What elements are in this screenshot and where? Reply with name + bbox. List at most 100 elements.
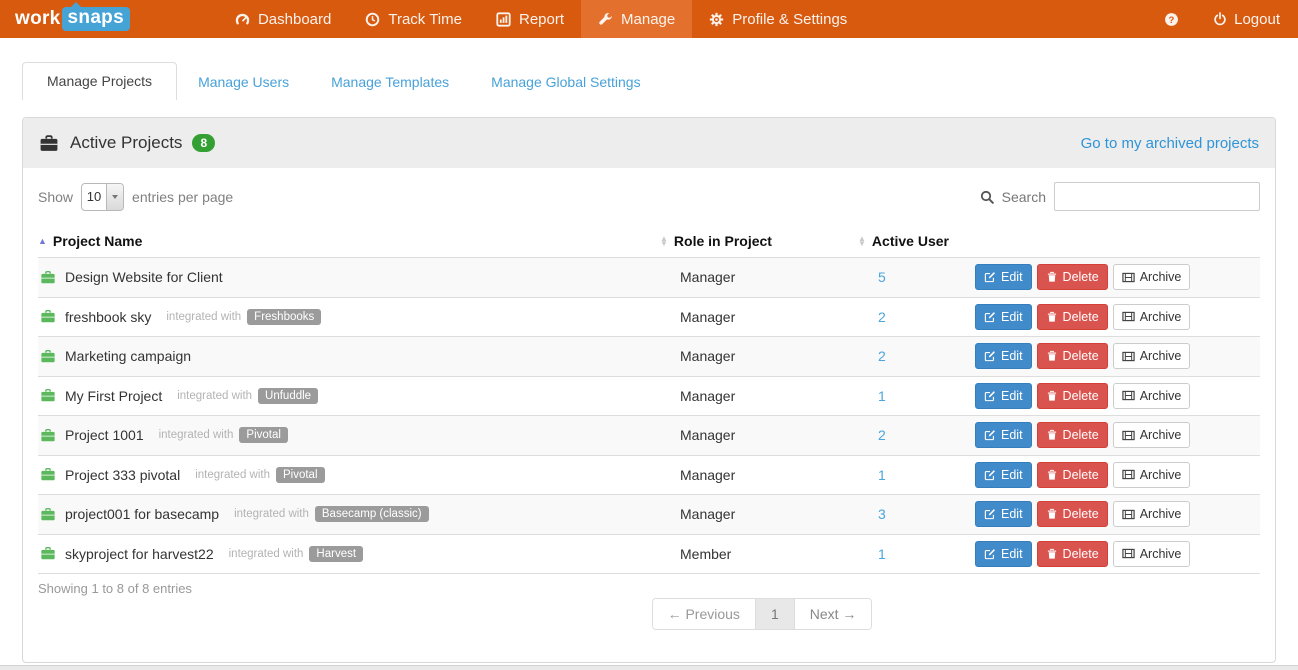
integration-badge: Pivotal	[276, 467, 325, 483]
worksnaps-logo[interactable]: work snaps	[15, 0, 130, 38]
tab-manage-users[interactable]: Manage Users	[177, 64, 310, 100]
archive-button-label: Archive	[1140, 269, 1182, 285]
delete-button[interactable]: Delete	[1037, 304, 1108, 330]
search-input[interactable]	[1054, 182, 1260, 211]
edit-icon	[984, 508, 996, 520]
report-icon	[496, 12, 511, 27]
project-name: Design Website for Client	[65, 269, 223, 285]
active-user-link[interactable]: 1	[878, 546, 886, 562]
active-user-cell: 2	[858, 348, 963, 364]
tab-manage-templates[interactable]: Manage Templates	[310, 64, 470, 100]
edit-button[interactable]: Edit	[975, 343, 1032, 369]
table-row: Project 333 pivotal integrated with Pivo…	[38, 456, 1260, 496]
column-header-role[interactable]: ▲▼ Role in Project	[660, 233, 858, 249]
nav-item-manage[interactable]: Manage	[581, 0, 692, 38]
archive-button[interactable]: Archive	[1113, 422, 1191, 448]
edit-button-label: Edit	[1001, 348, 1023, 364]
role-cell: Manager	[660, 348, 858, 364]
nav-item-profile-settings[interactable]: Profile & Settings	[692, 0, 864, 38]
archived-projects-link[interactable]: Go to my archived projects	[1081, 135, 1259, 152]
role-cell: Manager	[660, 309, 858, 325]
active-user-link[interactable]: 5	[878, 269, 886, 285]
logo-text-work: work	[15, 8, 61, 30]
archive-button[interactable]: Archive	[1113, 304, 1191, 330]
logout-button[interactable]: Logout	[1213, 11, 1280, 28]
column-header-active-user[interactable]: ▲▼ Active User	[858, 233, 963, 249]
delete-button[interactable]: Delete	[1037, 541, 1108, 567]
edit-button[interactable]: Edit	[975, 501, 1032, 527]
row-actions: Edit Delete Archive	[963, 541, 1260, 567]
edit-button[interactable]: Edit	[975, 541, 1032, 567]
active-user-link[interactable]: 2	[878, 427, 886, 443]
edit-button[interactable]: Edit	[975, 304, 1032, 330]
active-user-link[interactable]: 2	[878, 309, 886, 325]
delete-button-label: Delete	[1063, 467, 1099, 483]
active-user-cell: 2	[858, 427, 963, 443]
integration: integrated with Unfuddle	[177, 388, 318, 404]
tab-manage-projects[interactable]: Manage Projects	[22, 62, 177, 100]
project-name: freshbook sky	[65, 309, 151, 325]
nav-item-track-time[interactable]: Track Time	[348, 0, 479, 38]
clock-icon	[365, 12, 380, 27]
role-cell: Manager	[660, 506, 858, 522]
integrated-with-label: integrated with	[229, 548, 304, 560]
nav-item-label: Track Time	[388, 11, 462, 28]
delete-button[interactable]: Delete	[1037, 462, 1108, 488]
role-cell: Manager	[660, 269, 858, 285]
navbar-right: ? Logout	[1164, 0, 1298, 38]
entries-summary: Showing 1 to 8 of 8 entries	[23, 574, 1275, 596]
active-user-link[interactable]: 1	[878, 388, 886, 404]
edit-button[interactable]: Edit	[975, 264, 1032, 290]
edit-button[interactable]: Edit	[975, 462, 1032, 488]
page-size-select[interactable]: 10	[81, 183, 124, 211]
delete-button[interactable]: Delete	[1037, 422, 1108, 448]
archive-button[interactable]: Archive	[1113, 383, 1191, 409]
table-row: Marketing campaign Manager 2 Edit Delete…	[38, 337, 1260, 377]
pagination-next-button[interactable]: Next →	[794, 599, 872, 629]
integrated-with-label: integrated with	[159, 429, 234, 441]
archive-button[interactable]: Archive	[1113, 264, 1191, 290]
briefcase-icon	[40, 507, 56, 522]
briefcase-icon	[40, 428, 56, 443]
edit-button[interactable]: Edit	[975, 383, 1032, 409]
active-user-cell: 5	[858, 269, 963, 285]
edit-button[interactable]: Edit	[975, 422, 1032, 448]
archive-button[interactable]: Archive	[1113, 501, 1191, 527]
integrated-with-label: integrated with	[234, 508, 309, 520]
delete-button[interactable]: Delete	[1037, 383, 1108, 409]
nav-item-dashboard[interactable]: Dashboard	[218, 0, 348, 38]
delete-button-label: Delete	[1063, 506, 1099, 522]
edit-icon	[984, 311, 996, 323]
pagination-page-1[interactable]: 1	[755, 599, 794, 629]
row-actions: Edit Delete Archive	[963, 501, 1260, 527]
delete-button[interactable]: Delete	[1037, 343, 1108, 369]
project-name: Project 1001	[65, 427, 144, 443]
archive-button[interactable]: Archive	[1113, 462, 1191, 488]
active-user-link[interactable]: 2	[878, 348, 886, 364]
delete-button[interactable]: Delete	[1037, 264, 1108, 290]
integration: integrated with Pivotal	[159, 427, 288, 443]
role-cell: Manager	[660, 388, 858, 404]
tab-manage-global-settings[interactable]: Manage Global Settings	[470, 64, 661, 100]
project-name: Marketing campaign	[65, 348, 191, 364]
pagination-previous-button[interactable]: ← Previous	[653, 599, 755, 629]
archive-button-label: Archive	[1140, 467, 1182, 483]
archive-button[interactable]: Archive	[1113, 541, 1191, 567]
row-actions: Edit Delete Archive	[963, 383, 1260, 409]
show-label: Show	[38, 189, 73, 205]
nav-item-report[interactable]: Report	[479, 0, 581, 38]
active-user-link[interactable]: 3	[878, 506, 886, 522]
delete-button[interactable]: Delete	[1037, 501, 1108, 527]
integration: integrated with Basecamp (classic)	[234, 506, 429, 522]
edit-button-label: Edit	[1001, 546, 1023, 562]
question-circle-icon[interactable]: ?	[1164, 12, 1179, 27]
table-row: freshbook sky integrated with Freshbooks…	[38, 298, 1260, 338]
active-user-link[interactable]: 1	[878, 467, 886, 483]
top-navbar: work snaps Dashboard Track Time Report M…	[0, 0, 1298, 38]
briefcase-icon	[39, 134, 59, 153]
column-header-project-name[interactable]: ▲ Project Name	[38, 233, 660, 249]
trash-icon	[1046, 390, 1058, 402]
film-icon	[1122, 468, 1135, 481]
power-icon	[1213, 12, 1227, 26]
archive-button[interactable]: Archive	[1113, 343, 1191, 369]
